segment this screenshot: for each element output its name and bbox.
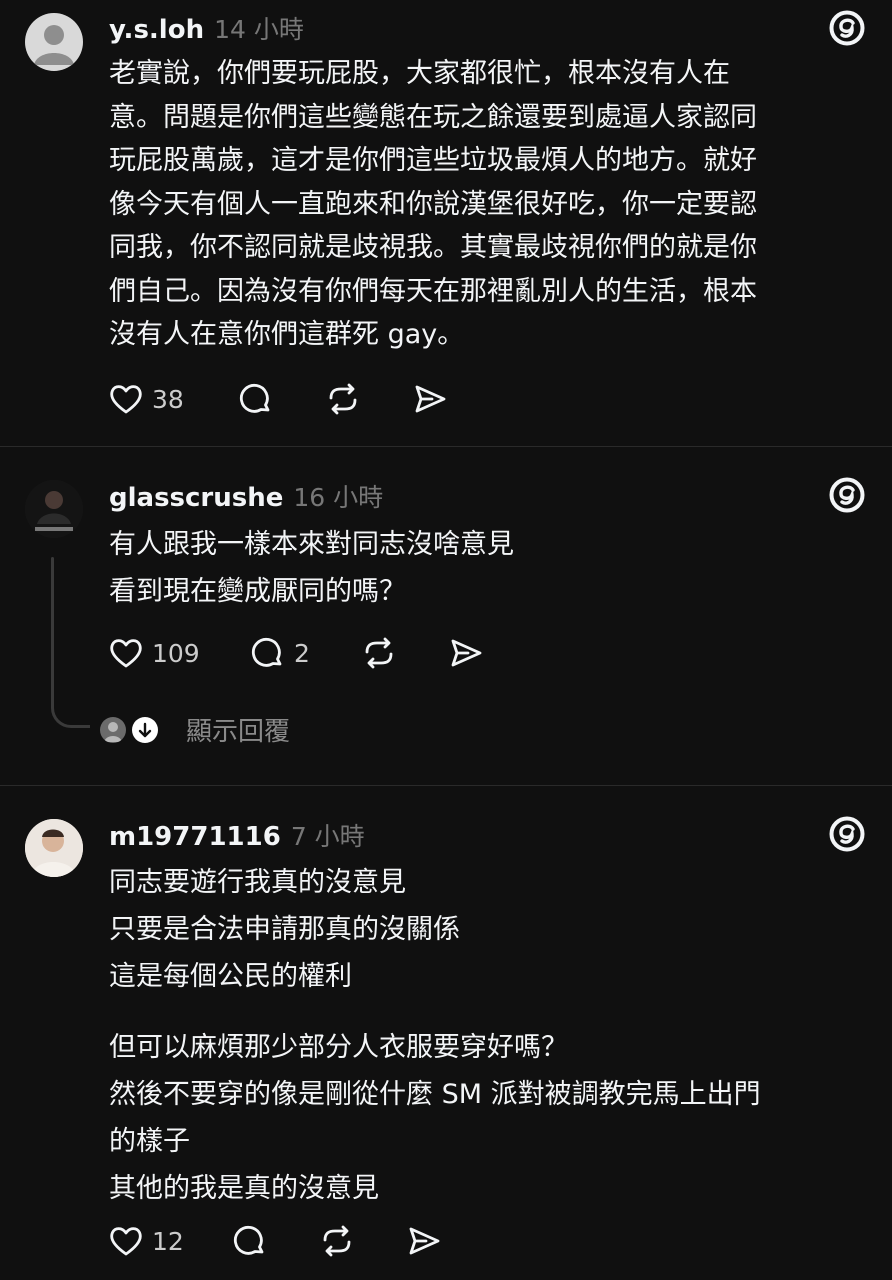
repost-button[interactable] [361, 633, 397, 673]
like-count: 109 [152, 638, 200, 668]
heart-icon [110, 639, 142, 668]
share-icon [451, 639, 482, 667]
like-button[interactable]: 109 [108, 633, 200, 673]
post-line: 沒有人在意你們這群死 gay。 [109, 319, 465, 350]
share-button[interactable] [406, 1221, 442, 1261]
threads-logo-icon[interactable] [828, 9, 866, 47]
post-header: m19771116 7 小時 [109, 817, 365, 853]
like-button[interactable]: 12 [108, 1221, 184, 1261]
post-line: 其他的我是真的沒意見 [109, 1173, 379, 1204]
post-line: 有人跟我一樣本來對同志沒啥意見 [109, 529, 514, 560]
comment-button[interactable] [232, 1221, 276, 1261]
post-line: 同志要遊行我真的沒意見 [109, 867, 406, 898]
profile-photo-icon [25, 819, 83, 877]
post-line: 只要是合法申請那真的沒關係 [109, 914, 460, 945]
post-body: 老實說，你們要玩屁股，大家都很忙，根本沒有人在 意。問題是你們這些變態在玩之餘還… [109, 52, 859, 357]
post-time[interactable]: 16 小時 [293, 478, 383, 514]
post-line: 但可以麻煩那少部分人衣服要穿好嗎？ [109, 1032, 568, 1063]
username[interactable]: m19771116 [109, 822, 281, 852]
post-line: 同我，你不認同就是歧視我。其實最歧視你們的就是你 [109, 232, 757, 263]
thread-line-curve [51, 703, 90, 728]
post-header: y.s.loh 14 小時 [109, 10, 304, 46]
reply-avatar [100, 716, 126, 743]
post-time[interactable]: 7 小時 [291, 817, 365, 853]
like-count: 12 [152, 1226, 184, 1256]
profile-photo-icon [25, 480, 83, 538]
share-button[interactable] [412, 379, 448, 419]
post-body: 有人跟我一樣本來對同志沒啥意見 看到現在變成厭同的嗎？ [109, 521, 859, 615]
repost-icon [329, 383, 357, 415]
post-line: 玩屁股萬歲，這才是你們這些垃圾最煩人的地方。就好 [109, 145, 757, 176]
comment-icon [240, 384, 270, 413]
show-replies-link[interactable]: 顯示回覆 [186, 711, 290, 748]
thread-line [51, 557, 54, 707]
post-time[interactable]: 14 小時 [214, 10, 304, 46]
comment-button[interactable] [238, 379, 282, 419]
show-replies-row[interactable]: 顯示回覆 [100, 711, 290, 748]
avatar-m19771116[interactable] [25, 819, 83, 877]
repost-button[interactable] [319, 1221, 355, 1261]
post-line: 意。問題是你們這些變態在玩之餘還要到處逼人家認同 [109, 101, 757, 133]
post-line: 的樣子 [109, 1126, 190, 1157]
post-header: glasscrushe 16 小時 [109, 478, 383, 514]
post-line: 然後不要穿的像是剛從什麼 SM 派對被調教完馬上出門 [109, 1079, 761, 1110]
reply-avatar-icon [100, 716, 126, 743]
post-1: y.s.loh 14 小時 老實說，你們要玩屁股，大家都很忙，根本沒有人在 意。… [0, 0, 892, 446]
post-body: 同志要遊行我真的沒意見 只要是合法申請那真的沒關係 這是每個公民的權利 但可以麻… [109, 859, 859, 1212]
repost-button[interactable] [325, 379, 361, 419]
post-line: 像今天有個人一直跑來和你說漢堡很好吃，你一定要認 [109, 188, 757, 220]
heart-icon [110, 385, 142, 414]
comment-icon [234, 1226, 264, 1255]
post-line: 這是每個公民的權利 [109, 961, 352, 992]
post-2: glasscrushe 16 小時 有人跟我一樣本來對同志沒啥意見 看到現在變成… [0, 447, 892, 785]
post-3: m19771116 7 小時 同志要遊行我真的沒意見 只要是合法申請那真的沒關係… [0, 786, 892, 1280]
default-avatar-icon [34, 25, 74, 65]
comment-count: 2 [294, 638, 310, 668]
arrow-down-icon [132, 716, 158, 743]
threads-logo-icon[interactable] [828, 815, 866, 853]
post-line: 看到現在變成厭同的嗎？ [109, 576, 406, 607]
repost-icon [323, 1225, 351, 1257]
like-button[interactable]: 38 [108, 379, 184, 419]
avatar-default[interactable] [25, 13, 83, 71]
post-line: 老實說，你們要玩屁股，大家都很忙，根本沒有人在 [109, 58, 730, 89]
comment-button[interactable]: 2 [250, 633, 310, 673]
heart-icon [110, 1227, 142, 1256]
username[interactable]: y.s.loh [109, 15, 204, 45]
post-line-blank [109, 1000, 859, 1024]
username[interactable]: glasscrushe [109, 483, 283, 513]
comment-icon [252, 638, 282, 667]
share-icon [409, 1227, 440, 1255]
post-line: 們自己。因為沒有你們每天在那裡亂別人的生活，根本 [109, 275, 757, 307]
share-icon [415, 385, 446, 413]
threads-logo-icon[interactable] [828, 476, 866, 514]
share-button[interactable] [448, 633, 484, 673]
avatar-glasscrushe[interactable] [25, 480, 83, 538]
like-count: 38 [152, 384, 184, 414]
repost-icon [365, 637, 393, 669]
